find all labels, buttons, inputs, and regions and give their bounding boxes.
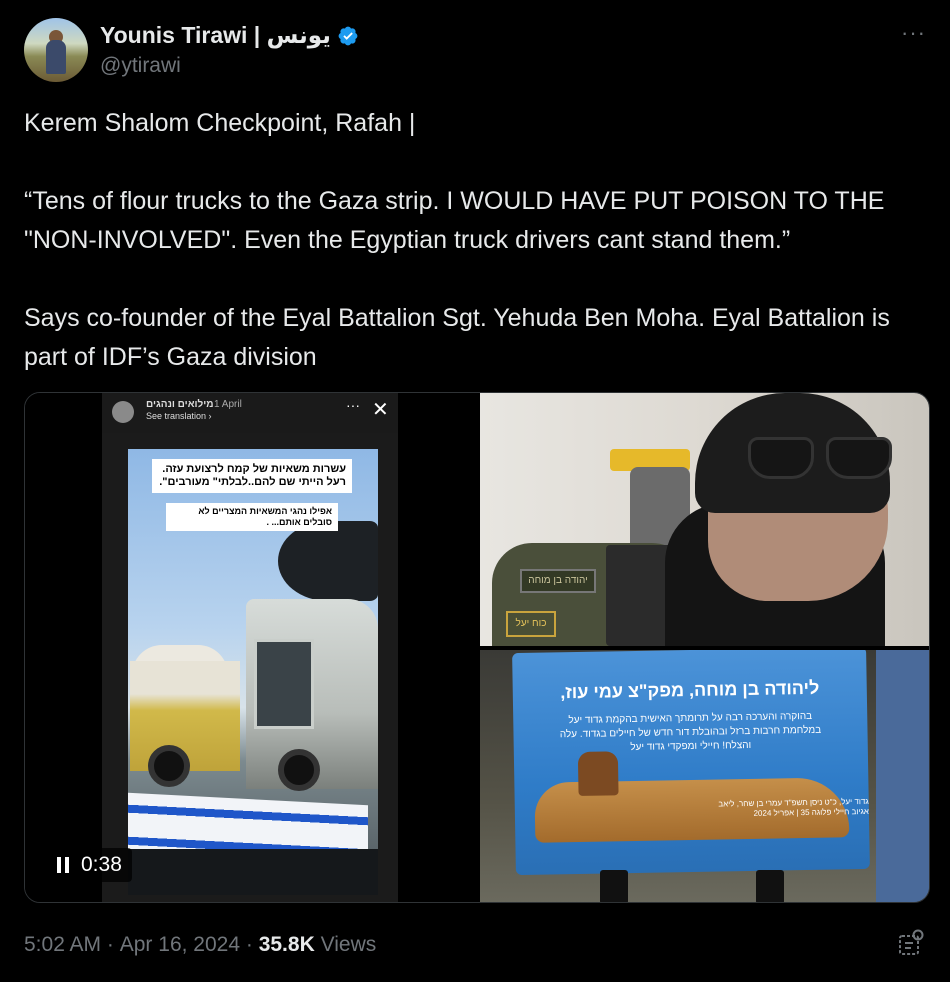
photo-soldier[interactable]: יהודה בן מוחה כוח יעל [480, 393, 929, 646]
see-translation-link: See translation › [146, 411, 212, 421]
story-date: 1 April [214, 399, 242, 410]
verified-badge-icon [338, 26, 358, 45]
views-label: Views [320, 933, 377, 956]
separator: · [106, 933, 114, 956]
plaque-body: בהוקרה והערכה רבה על תרומתך האישית בהקמת… [559, 710, 822, 754]
tweet-date[interactable]: Apr 16, 2024 [120, 933, 240, 957]
author-display-name[interactable]: Younis Tirawi | يونس [100, 22, 331, 49]
separator: · [245, 933, 253, 956]
name-patch: יהודה בן מוחה [520, 569, 596, 593]
story-header: מילואים ונהגים 1 April See translation ›… [102, 393, 398, 433]
author-avatar[interactable] [24, 18, 88, 82]
grok-analyze-icon[interactable] [898, 928, 926, 958]
tweet-text-line: Kerem Shalom Checkpoint, Rafah | [24, 109, 416, 137]
video-player[interactable]: מילואים ונהגים 1 April See translation ›… [25, 393, 476, 902]
media-grid: מילואים ונהגים 1 April See translation ›… [24, 392, 930, 903]
commemorative-plaque: ליהודה בן מוחה, מפק"צ עמי עוז, בהוקרה וה… [512, 650, 870, 876]
tweet-time[interactable]: 5:02 AM [24, 933, 101, 957]
views-count: 35.8K [258, 933, 315, 956]
tweet-footer: 5:02 AM · Apr 16, 2024 · 35.8K Views [24, 928, 926, 962]
tweet-text-quote: “Tens of flour trucks to the Gaza strip.… [24, 187, 892, 254]
video-duration: 0:38 [81, 853, 122, 876]
unit-patch: כוח יעל [506, 611, 556, 637]
story-username: מילואים ונהגים [146, 399, 214, 410]
author-handle[interactable]: @ytirawi [100, 54, 181, 78]
story-more-icon: ··· [346, 397, 360, 413]
story-avatar [112, 401, 134, 423]
plaque-footer: גדוד יעל, כ"ט ניסן תשפ"ד עמרי בן שחר, לי… [718, 796, 869, 818]
tweet-text: Kerem Shalom Checkpoint, Rafah | “Tens o… [24, 104, 924, 377]
story-caption-secondary: אפילו נהגי המשאיות המצריים לא סובלים אות… [166, 503, 338, 531]
story-close-icon: ✕ [372, 399, 389, 421]
more-options-icon[interactable]: ··· [901, 20, 926, 46]
video-controls[interactable]: 0:38 [47, 848, 132, 882]
ibex-figure [577, 751, 619, 796]
pause-icon[interactable] [57, 857, 69, 873]
video-scene: עשרות משאיות של קמח לרצועת עזה. רעל היית… [128, 449, 378, 895]
plaque-title: ליהודה בן מוחה, מפק"צ עמי עוז, [560, 677, 820, 703]
tweet-header: Younis Tirawi | يونس @ytirawi ··· [24, 18, 926, 82]
author-name-row[interactable]: Younis Tirawi | يونس [100, 22, 359, 49]
tweet-text-line: Says co-founder of the Eyal Battalion Sg… [24, 304, 897, 371]
video-frame: מילואים ונהגים 1 April See translation ›… [102, 393, 398, 902]
story-caption: עשרות משאיות של קמח לרצועת עזה. רעל היית… [152, 459, 352, 493]
photo-plaque[interactable]: ליהודה בן מוחה, מפק"צ עמי עוז, בהוקרה וה… [480, 650, 929, 902]
